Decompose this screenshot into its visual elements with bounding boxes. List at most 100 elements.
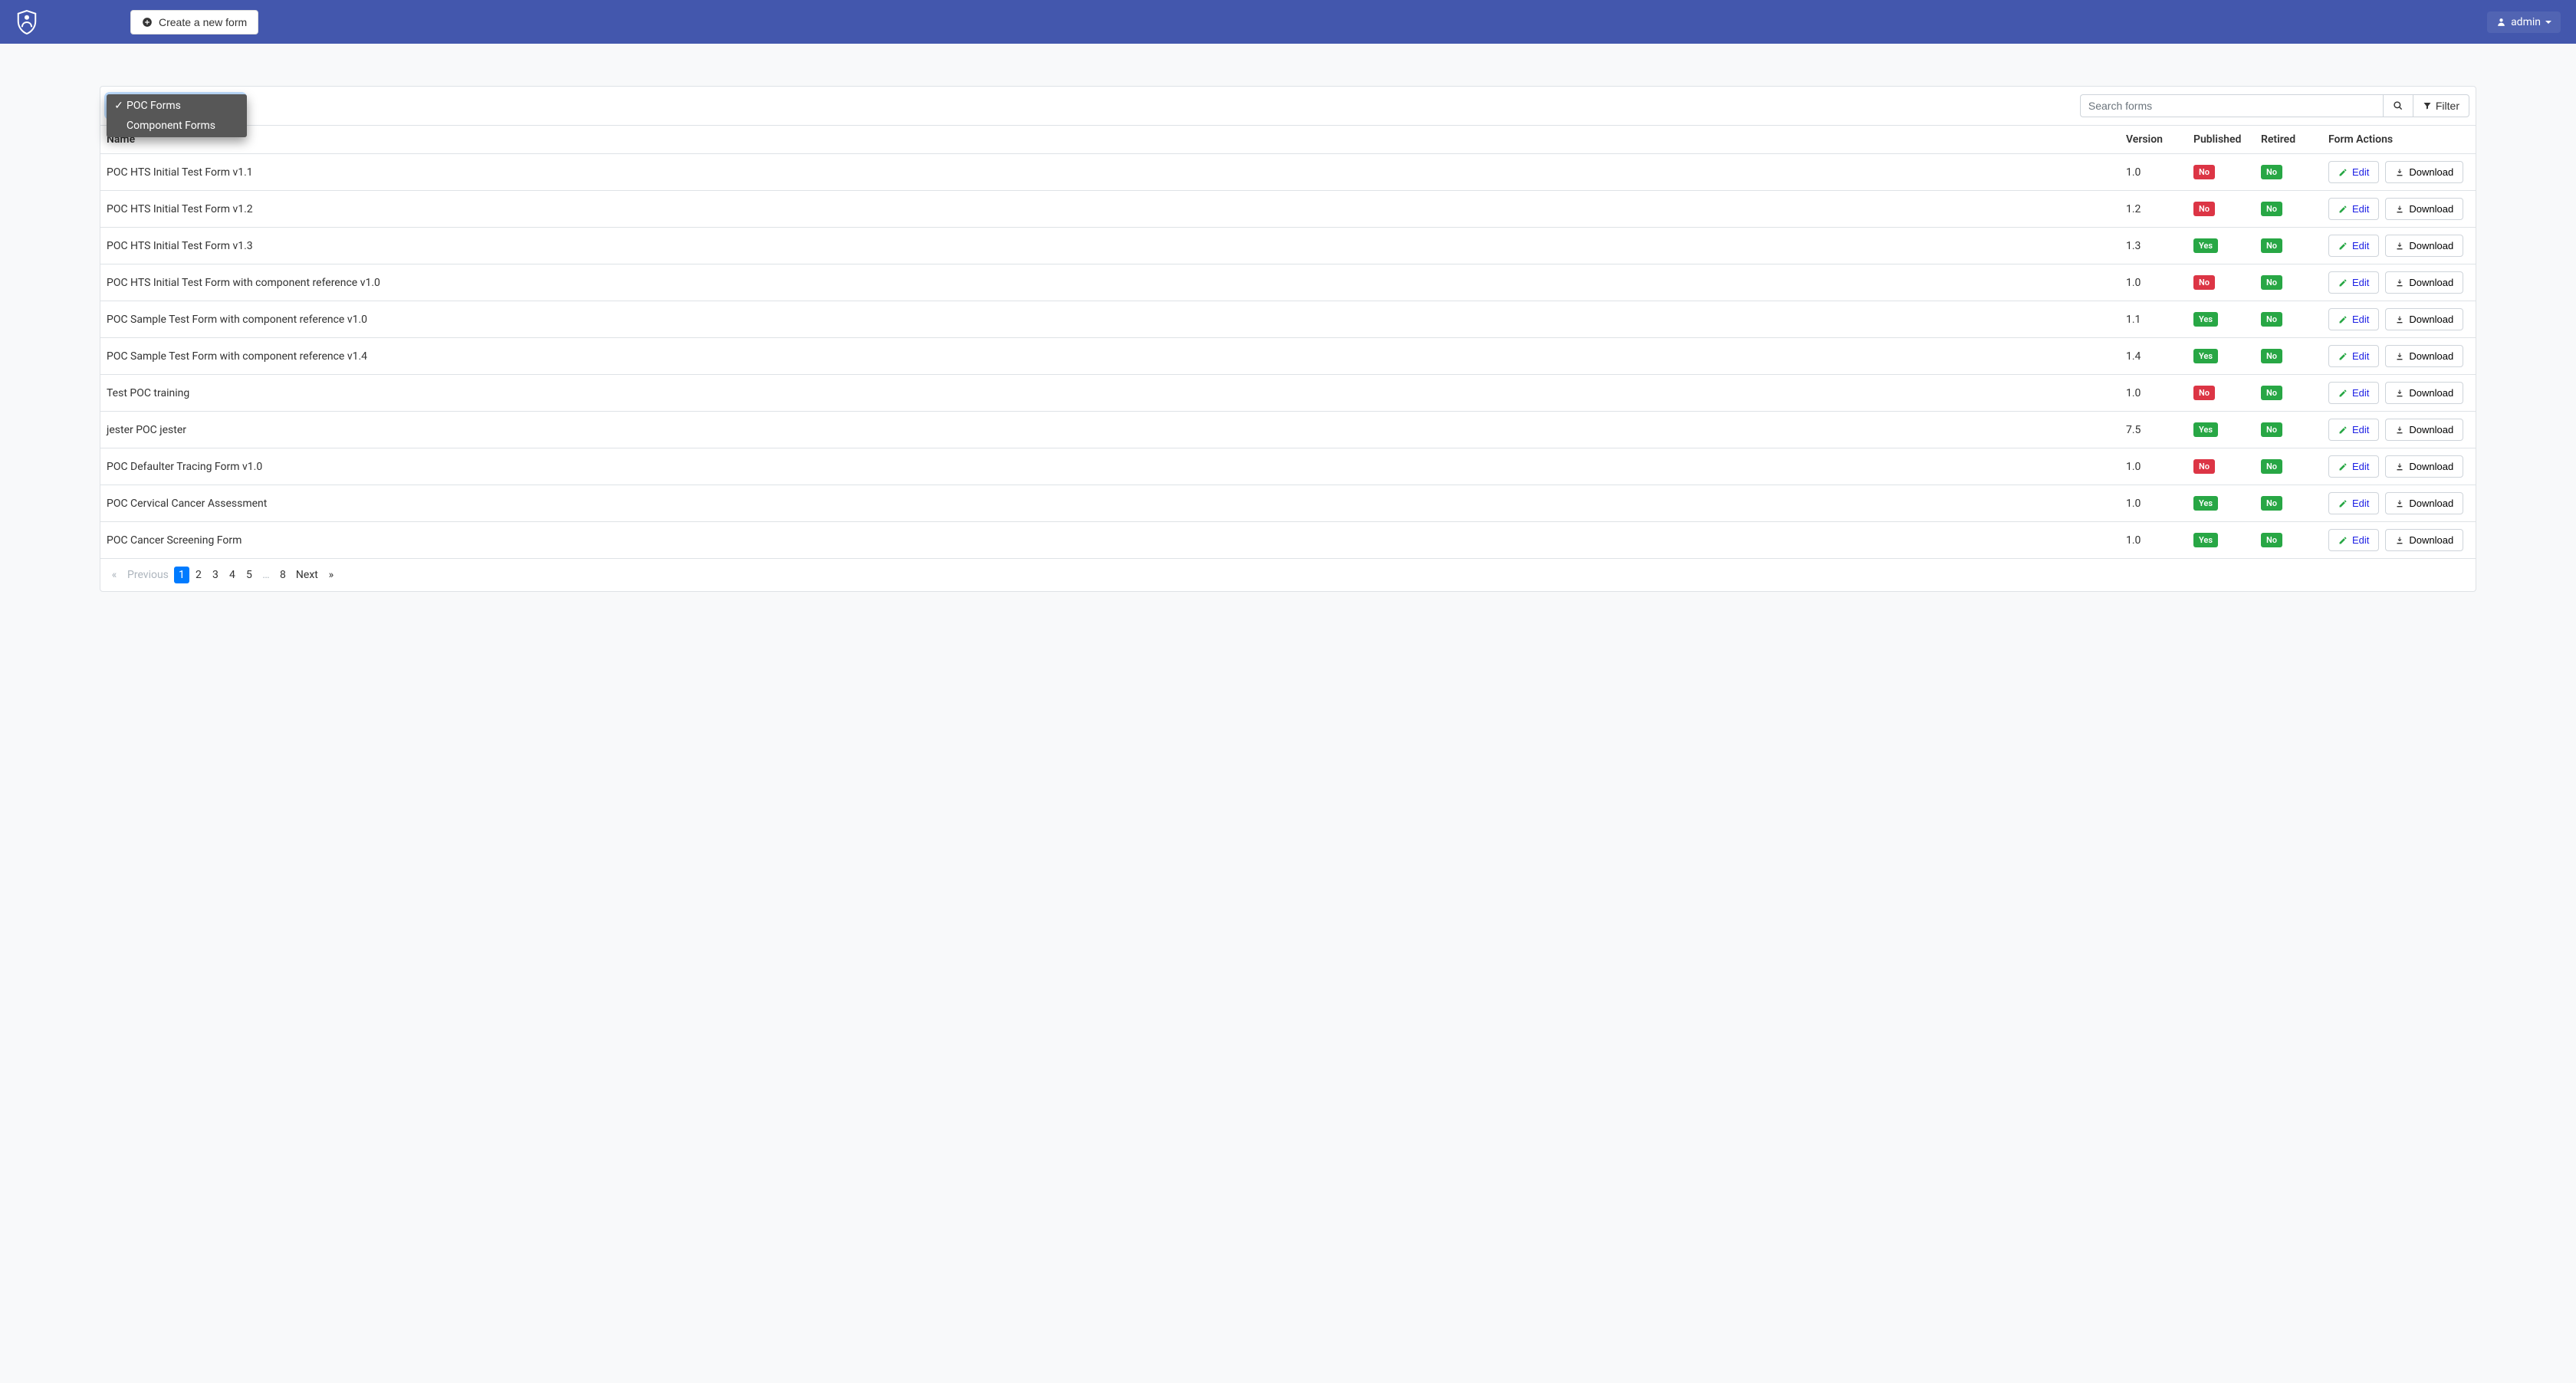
page-number[interactable]: 4 [225, 567, 240, 583]
published-badge: Yes [2193, 312, 2218, 327]
pencil-icon [2338, 352, 2348, 361]
page-ellipsis: … [258, 567, 274, 583]
table-row: POC Sample Test Form with component refe… [100, 338, 2476, 375]
retired-badge: No [2261, 422, 2282, 437]
download-label: Download [2409, 166, 2453, 178]
edit-button[interactable]: Edit [2328, 419, 2379, 441]
plus-circle-icon [142, 17, 153, 28]
form-type-dropdown[interactable]: POC Forms ✓POC Forms✓Component Forms [107, 94, 245, 117]
page-first: « [107, 567, 122, 583]
topbar: Create a new form admin [0, 0, 2576, 44]
forms-table: Name Version Published Retired Form Acti… [100, 126, 2476, 559]
edit-button[interactable]: Edit [2328, 198, 2379, 220]
download-label: Download [2409, 350, 2453, 362]
edit-label: Edit [2352, 166, 2369, 178]
cell-version: 1.0 [2120, 448, 2187, 485]
download-icon [2395, 278, 2404, 287]
forms-panel: POC Forms ✓POC Forms✓Component Forms Fil… [100, 86, 2476, 592]
download-button[interactable]: Download [2385, 419, 2463, 441]
download-button[interactable]: Download [2385, 161, 2463, 183]
table-row: POC HTS Initial Test Form with component… [100, 264, 2476, 301]
retired-badge: No [2261, 202, 2282, 216]
cell-version: 1.0 [2120, 375, 2187, 412]
pencil-icon [2338, 425, 2348, 435]
edit-button[interactable]: Edit [2328, 345, 2379, 367]
edit-button[interactable]: Edit [2328, 308, 2379, 330]
page-number[interactable]: 8 [275, 567, 291, 583]
pencil-icon [2338, 315, 2348, 324]
published-badge: Yes [2193, 422, 2218, 437]
download-button[interactable]: Download [2385, 198, 2463, 220]
pagination: «Previous12345…8Next» [100, 559, 2476, 591]
page-number[interactable]: 3 [208, 567, 223, 583]
retired-badge: No [2261, 496, 2282, 511]
cell-version: 7.5 [2120, 412, 2187, 448]
retired-badge: No [2261, 165, 2282, 179]
retired-badge: No [2261, 312, 2282, 327]
cell-version: 1.0 [2120, 522, 2187, 559]
download-button[interactable]: Download [2385, 308, 2463, 330]
check-icon: ✓ [114, 100, 123, 112]
table-row: jester POC jester7.5 Yes No Edit Download [100, 412, 2476, 448]
pencil-icon [2338, 241, 2348, 251]
create-form-button[interactable]: Create a new form [130, 10, 258, 34]
download-icon [2395, 315, 2404, 324]
table-row: POC HTS Initial Test Form v1.31.3YesNoEd… [100, 228, 2476, 264]
edit-button[interactable]: Edit [2328, 529, 2379, 551]
download-label: Download [2409, 240, 2453, 251]
page-number[interactable]: 2 [191, 567, 206, 583]
edit-button[interactable]: Edit [2328, 161, 2379, 183]
cell-version: 1.0 [2120, 485, 2187, 522]
download-button[interactable]: Download [2385, 492, 2463, 514]
cell-name: jester POC jester [100, 412, 2120, 448]
edit-button[interactable]: Edit [2328, 382, 2379, 404]
create-form-label: Create a new form [159, 16, 247, 28]
filter-label: Filter [2436, 100, 2459, 112]
page-last[interactable]: » [324, 567, 339, 583]
search-icon [2393, 100, 2404, 111]
edit-button[interactable]: Edit [2328, 271, 2379, 294]
download-label: Download [2409, 498, 2453, 509]
search-button[interactable] [2383, 94, 2413, 117]
dropdown-item-label: POC Forms [127, 100, 181, 112]
cell-name: POC HTS Initial Test Form v1.2 [100, 191, 2120, 228]
edit-button[interactable]: Edit [2328, 455, 2379, 478]
download-button[interactable]: Download [2385, 529, 2463, 551]
page-number[interactable]: 5 [242, 567, 257, 583]
download-label: Download [2409, 534, 2453, 546]
dropdown-item[interactable]: ✓ POC Forms [107, 96, 247, 116]
cell-name: POC Cancer Screening Form [100, 522, 2120, 559]
edit-label: Edit [2352, 277, 2369, 288]
download-button[interactable]: Download [2385, 382, 2463, 404]
download-button[interactable]: Download [2385, 345, 2463, 367]
dropdown-item[interactable]: ✓Component Forms [107, 116, 247, 136]
col-name: Name [100, 126, 2120, 154]
download-button[interactable]: Download [2385, 271, 2463, 294]
published-badge: No [2193, 386, 2215, 400]
table-row: POC Cancer Screening Form1.0YesNoEditDow… [100, 522, 2476, 559]
user-menu[interactable]: admin [2487, 11, 2561, 33]
retired-badge: No [2261, 275, 2282, 290]
pencil-icon [2338, 462, 2348, 471]
edit-button[interactable]: Edit [2328, 235, 2379, 257]
download-icon [2395, 389, 2404, 398]
pencil-icon [2338, 499, 2348, 508]
cell-version: 1.3 [2120, 228, 2187, 264]
download-button[interactable]: Download [2385, 455, 2463, 478]
edit-label: Edit [2352, 461, 2369, 472]
page-number[interactable]: 1 [174, 567, 189, 583]
page-next[interactable]: Next [292, 567, 322, 583]
edit-button[interactable]: Edit [2328, 492, 2379, 514]
retired-badge: No [2261, 386, 2282, 400]
app-logo[interactable] [15, 8, 38, 36]
dropdown-item-label: Component Forms [127, 120, 215, 132]
filter-button[interactable]: Filter [2413, 94, 2469, 117]
search-input[interactable] [2080, 94, 2383, 117]
published-badge: Yes [2193, 349, 2218, 363]
edit-label: Edit [2352, 387, 2369, 399]
table-row: POC HTS Initial Test Form v1.21.2NoNoEdi… [100, 191, 2476, 228]
download-button[interactable]: Download [2385, 235, 2463, 257]
table-row: POC HTS Initial Test Form v1.11.0NoNoEdi… [100, 154, 2476, 191]
cell-name: POC Defaulter Tracing Form v1.0 [100, 448, 2120, 485]
edit-label: Edit [2352, 534, 2369, 546]
